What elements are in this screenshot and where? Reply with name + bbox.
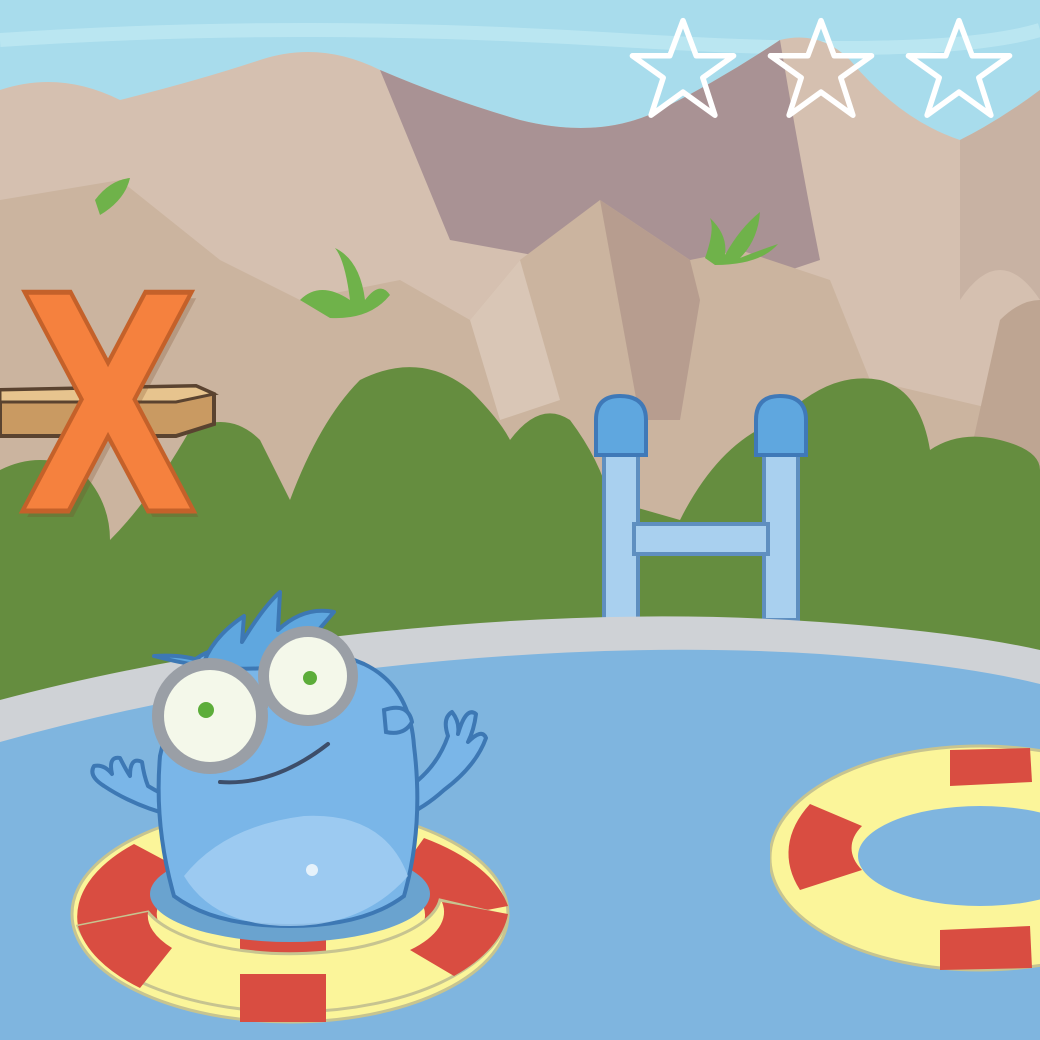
letter-diving-board[interactable]: X	[0, 140, 230, 560]
monster-in-ring[interactable]	[64, 576, 534, 1030]
target-letter[interactable]: X	[16, 255, 200, 560]
swim-ring-icon	[768, 744, 1040, 972]
game-scene: X	[0, 0, 1040, 1040]
blue-monster-character	[70, 590, 510, 1024]
star-3-icon	[904, 14, 1014, 124]
star-1-icon	[628, 14, 738, 124]
floating-ring[interactable]	[768, 740, 1040, 984]
star-2-icon	[766, 14, 876, 124]
